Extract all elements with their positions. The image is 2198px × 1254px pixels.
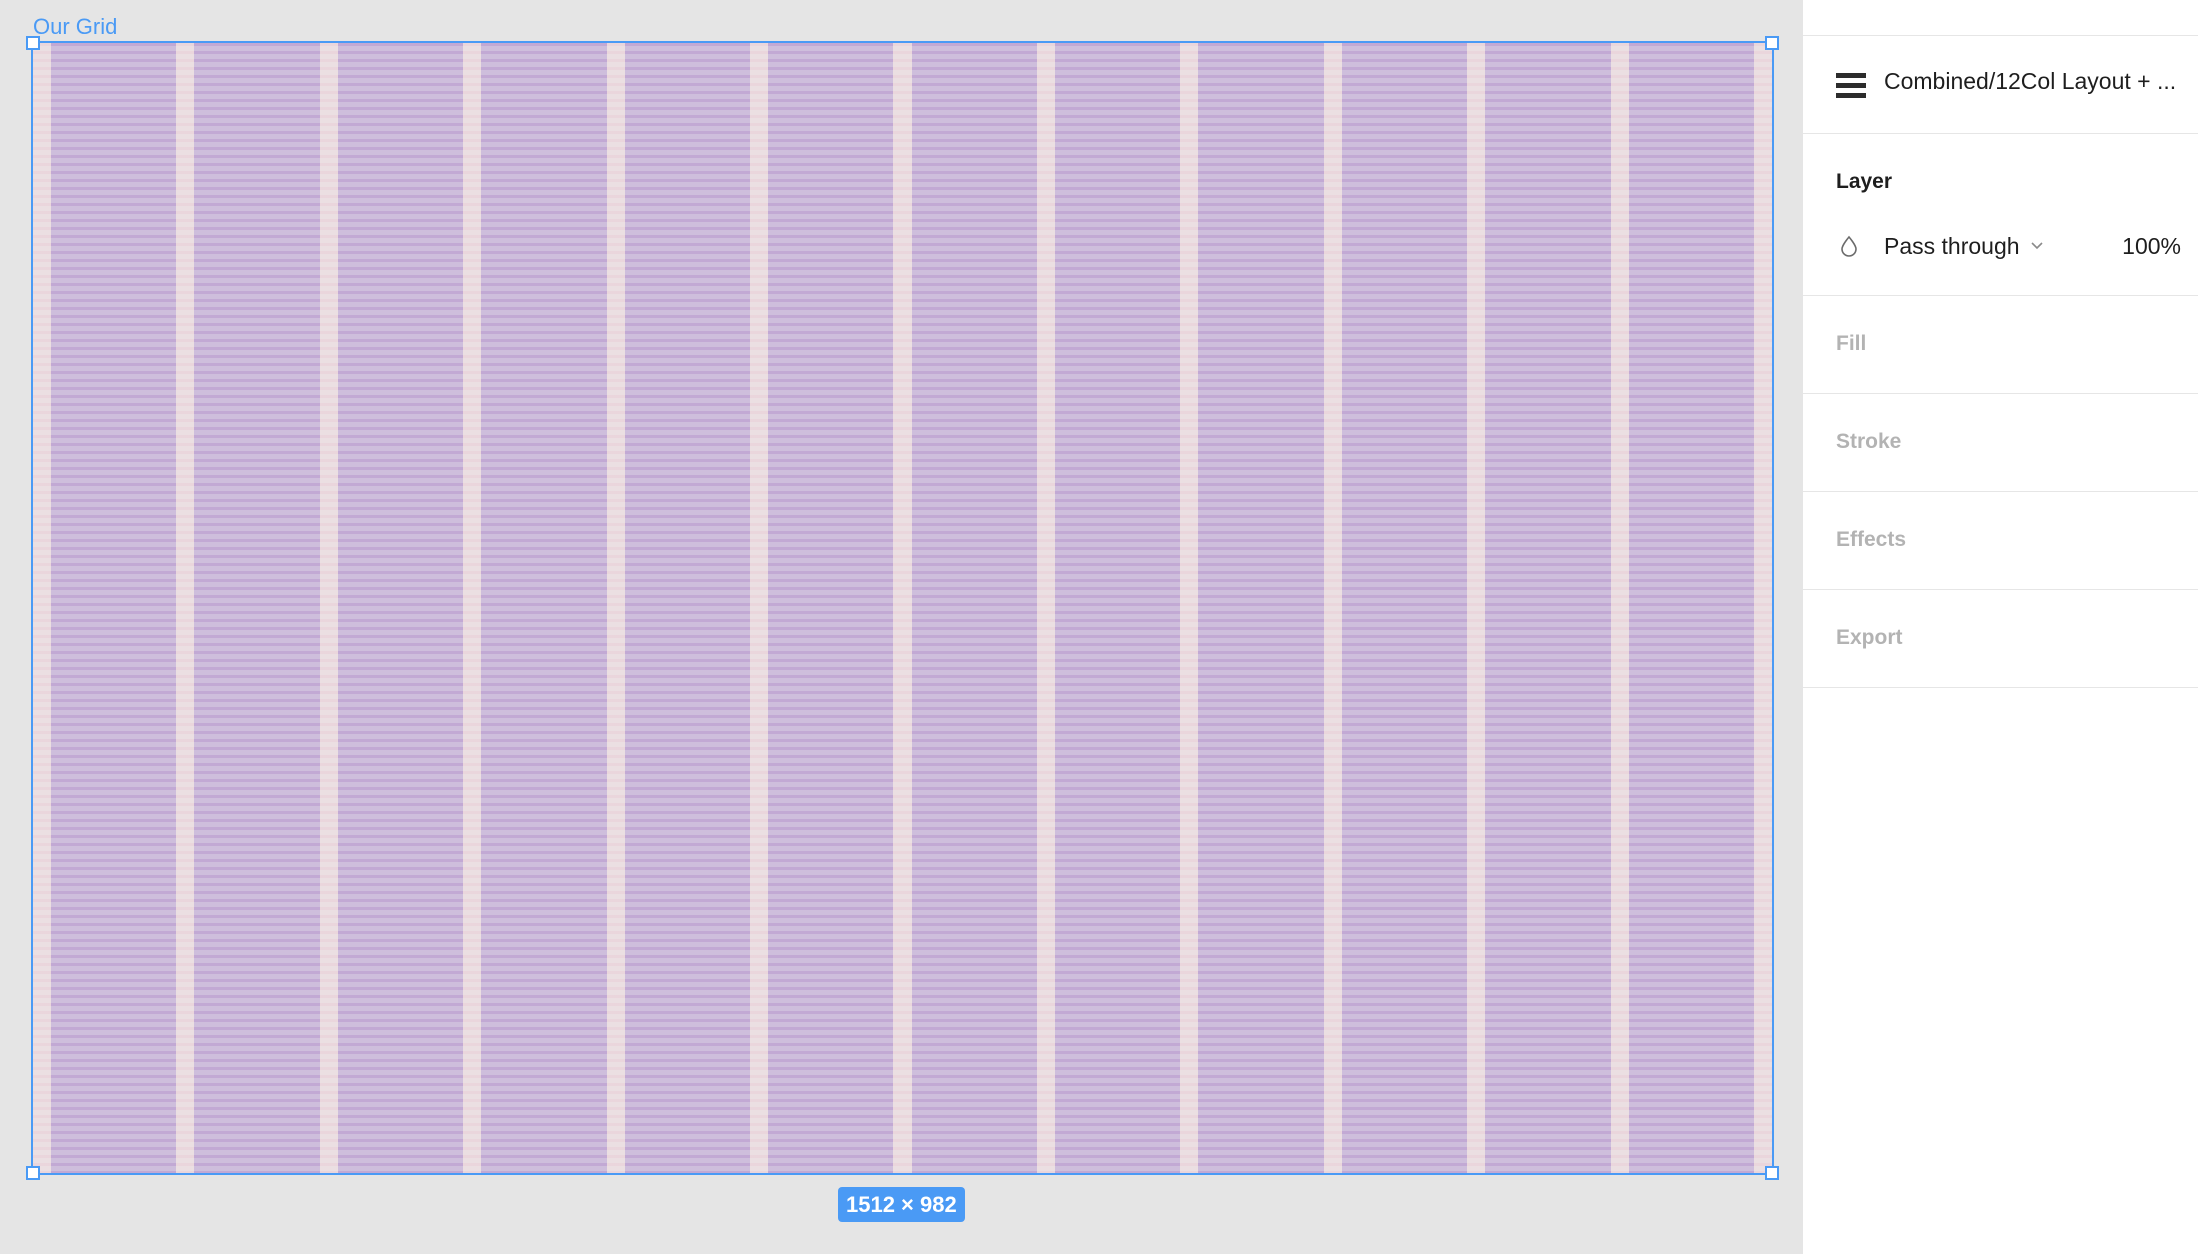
effects-section-title[interactable]: Effects — [1836, 528, 1906, 552]
grid-column — [624, 43, 751, 1173]
droplet-icon — [1841, 235, 1857, 257]
fill-section-title[interactable]: Fill — [1836, 332, 1866, 356]
chevron-down-icon[interactable] — [2029, 238, 2045, 252]
export-section-title[interactable]: Export — [1836, 626, 1903, 650]
grid-column — [911, 43, 1037, 1173]
grid-column — [481, 43, 607, 1173]
grid-column — [1054, 43, 1181, 1173]
design-canvas[interactable]: Our Grid 1512 × 982 — [0, 0, 1803, 1254]
panel-divider — [1803, 295, 2198, 296]
panel-divider — [1803, 589, 2198, 590]
frame-size-badge: 1512 × 982 — [838, 1187, 965, 1222]
resize-handle-top-left[interactable] — [26, 36, 40, 50]
grid-column — [51, 43, 177, 1173]
panel-divider — [1803, 133, 2198, 134]
grid-column — [194, 43, 320, 1173]
resize-handle-bottom-right[interactable] — [1765, 1166, 1779, 1180]
layout-grid-columns — [33, 43, 1772, 1173]
grid-column — [1341, 43, 1468, 1173]
grid-column — [1198, 43, 1324, 1173]
layer-section-title: Layer — [1836, 170, 1893, 193]
component-name[interactable]: Combined/12Col Layout + ... — [1884, 68, 2176, 95]
grid-column — [1628, 43, 1754, 1173]
stroke-section-title[interactable]: Stroke — [1836, 430, 1901, 454]
grid-column — [337, 43, 464, 1173]
grid-column — [1485, 43, 1611, 1173]
resize-handle-top-right[interactable] — [1765, 36, 1779, 50]
layer-opacity-input[interactable]: 100% — [2122, 233, 2181, 260]
properties-panel: Combined/12Col Layout + ... Layer Pass t… — [1803, 0, 2198, 1254]
layer-blend-row: Pass through 100% — [1803, 220, 2198, 274]
component-row[interactable]: Combined/12Col Layout + ... — [1803, 36, 2198, 132]
panel-divider — [1803, 393, 2198, 394]
frame-name-label[interactable]: Our Grid — [33, 14, 117, 40]
component-hamburger-icon — [1836, 71, 1866, 101]
panel-divider — [1803, 687, 2198, 688]
panel-divider — [1803, 491, 2198, 492]
grid-column — [768, 43, 894, 1173]
selected-frame[interactable] — [31, 41, 1774, 1175]
blend-mode-dropdown[interactable]: Pass through — [1884, 233, 2020, 260]
resize-handle-bottom-left[interactable] — [26, 1166, 40, 1180]
